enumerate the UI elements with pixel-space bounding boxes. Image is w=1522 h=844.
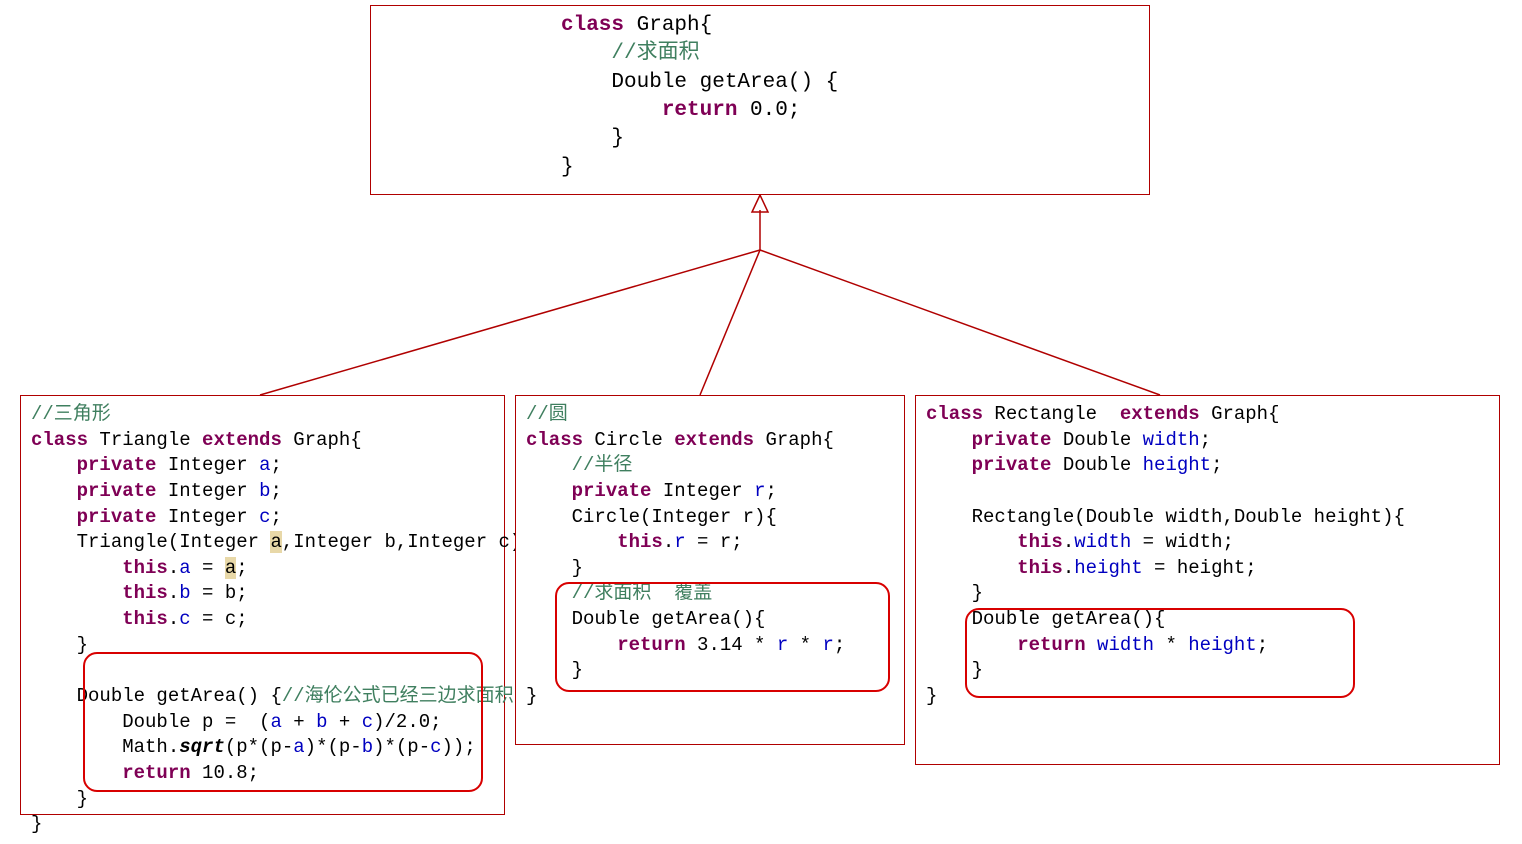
rectangle-class-box: class Rectangle extends Graph{ private D… — [915, 395, 1500, 765]
graph-code: class Graph{ //求面积 Double getArea() { re… — [371, 6, 1149, 188]
triangle-code: //三角形 class Triangle extends Graph{ priv… — [21, 396, 504, 844]
circle-code: //圆 class Circle extends Graph{ //半径 pri… — [516, 396, 904, 716]
triangle-class-box: //三角形 class Triangle extends Graph{ priv… — [20, 395, 505, 815]
rectangle-code: class Rectangle extends Graph{ private D… — [916, 396, 1499, 716]
graph-class-box: class Graph{ //求面积 Double getArea() { re… — [370, 5, 1150, 195]
circle-class-box: //圆 class Circle extends Graph{ //半径 pri… — [515, 395, 905, 745]
